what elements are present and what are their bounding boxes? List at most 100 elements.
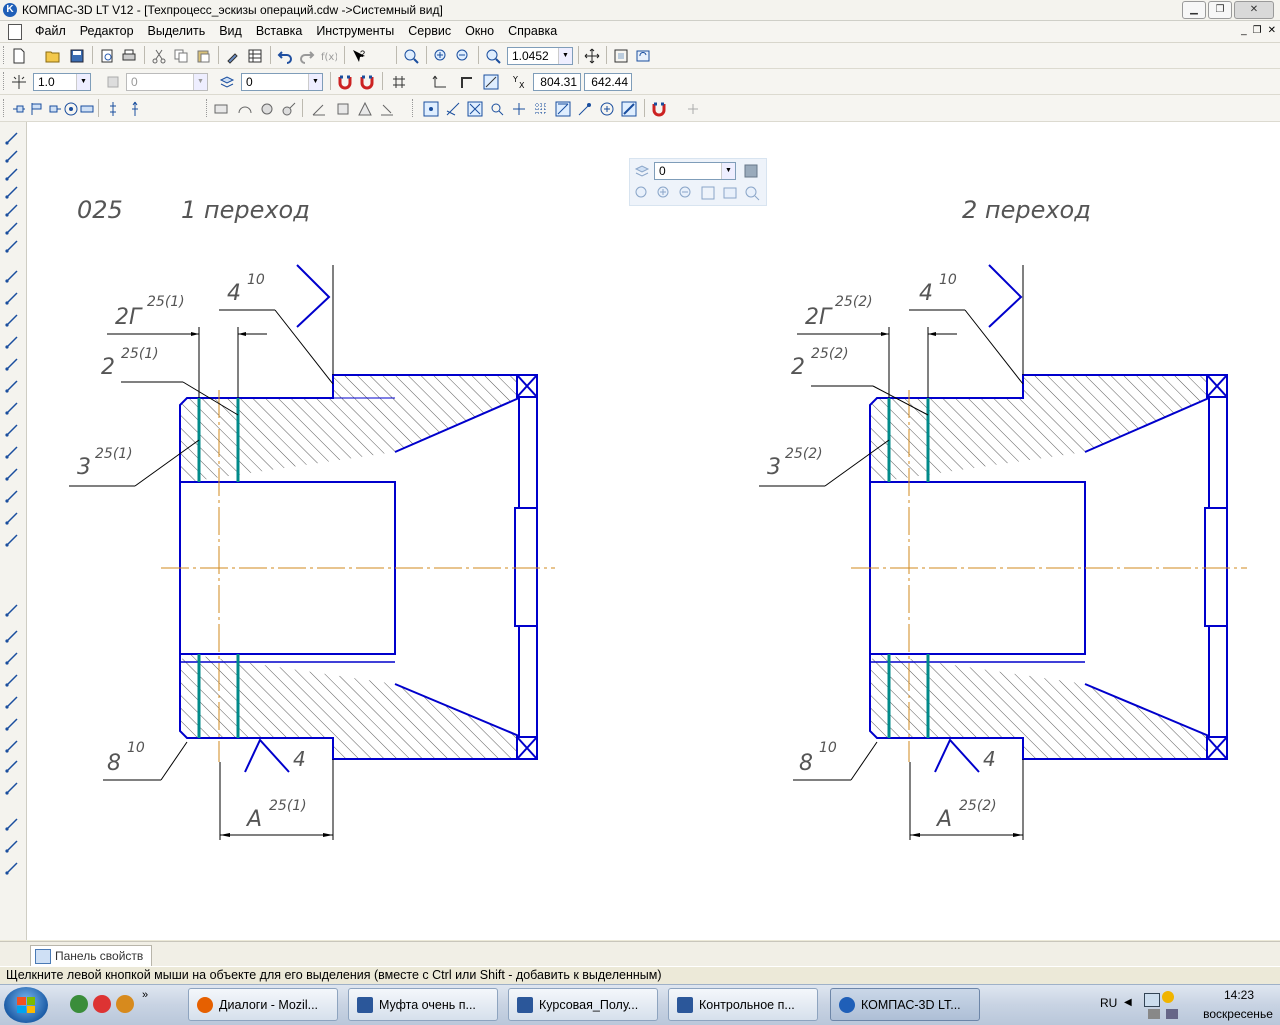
language-indicator[interactable]: RU (1100, 996, 1117, 1010)
ortho-mode-icon[interactable] (458, 73, 476, 91)
security-alert-icon[interactable] (1162, 991, 1174, 1003)
grid-icon[interactable] (390, 73, 408, 91)
help-pointer-icon[interactable]: ? (350, 47, 368, 65)
step-combo[interactable]: 1.0 ▼ (33, 73, 91, 91)
menu-item-1[interactable]: Редактор (73, 23, 141, 39)
doc-minimize-button[interactable]: _ (1241, 25, 1247, 36)
snap-magnet-toggle-icon[interactable] (650, 100, 668, 118)
save-icon[interactable] (68, 47, 86, 65)
quicklaunch-overflow-icon[interactable]: » (142, 989, 148, 1001)
print-preview-icon[interactable] (98, 47, 116, 65)
snap-intersection-icon[interactable] (444, 100, 462, 118)
vertical-dim-arrow-icon[interactable] (126, 100, 144, 118)
refresh-small-icon[interactable] (721, 184, 739, 202)
tolerance-tool-icon[interactable] (4, 738, 22, 754)
taskbar-task-4[interactable]: КОМПАС-3D LT... (830, 988, 980, 1021)
x-coordinate-field[interactable]: 804.31 (533, 73, 581, 91)
layers-icon[interactable] (218, 73, 236, 91)
vertical-dim-icon[interactable] (104, 100, 122, 118)
menu-item-4[interactable]: Вставка (249, 23, 309, 39)
menu-item-2[interactable]: Выделить (141, 23, 213, 39)
show-all-small-icon[interactable] (699, 184, 717, 202)
measure-length-icon[interactable] (280, 100, 298, 118)
snap-magnet-icon[interactable] (336, 73, 354, 91)
menu-item-6[interactable]: Сервис (401, 23, 458, 39)
area-measure-icon[interactable] (334, 100, 352, 118)
editing-icon[interactable] (4, 184, 22, 200)
axis-tool-icon[interactable] (4, 780, 22, 796)
zoom-in-small-icon[interactable] (655, 184, 673, 202)
cut-icon[interactable] (150, 47, 168, 65)
maximize-button[interactable]: ❐ (1208, 1, 1232, 19)
dim-linear-icon[interactable] (4, 816, 22, 832)
aux-line-icon[interactable] (4, 312, 22, 328)
tray-expand-icon[interactable]: ◀ (1124, 997, 1132, 1008)
doc-close-button[interactable]: ✕ (1268, 25, 1276, 36)
quicklaunch-icon-2[interactable] (93, 995, 111, 1013)
zoom-previous-small-icon[interactable] (743, 184, 761, 202)
roughness-tool-icon[interactable] (4, 650, 22, 666)
paste-icon[interactable] (194, 47, 212, 65)
view-arrow-tool-icon[interactable] (4, 758, 22, 774)
geometry-icon[interactable] (4, 130, 22, 146)
copy-icon[interactable] (172, 47, 190, 65)
zoom-combo[interactable]: 1.0452 ▼ (507, 47, 573, 65)
round-coords-icon[interactable] (482, 73, 500, 91)
taskbar-task-0[interactable]: Диалоги - Mozil... (188, 988, 338, 1021)
measure-point-icon[interactable] (258, 100, 276, 118)
local-cs-icon[interactable] (430, 73, 448, 91)
measure-tools-icon[interactable] (4, 220, 22, 236)
snap-angle-icon[interactable] (554, 100, 572, 118)
zoom-out-icon[interactable] (454, 47, 472, 65)
properties-panel-tab[interactable]: Панель свойств (30, 945, 153, 966)
parametrization-icon[interactable] (4, 202, 22, 218)
view-flag-icon[interactable] (28, 100, 46, 118)
drawing-canvas[interactable]: 025 1 переход 2 переход 2Г 25(1) 4 10 2 … (27, 122, 1280, 940)
snap-nearest-icon[interactable] (422, 100, 440, 118)
snap-along-line-icon[interactable] (620, 100, 638, 118)
view-arrow-left-icon[interactable] (10, 100, 28, 118)
taskbar-task-1[interactable]: Муфта очень п... (348, 988, 498, 1021)
rectangle-icon[interactable] (4, 488, 22, 504)
measure-icon[interactable] (212, 100, 230, 118)
properties-brush-icon[interactable] (224, 47, 242, 65)
cursor-step-icon[interactable] (10, 73, 28, 91)
zoom-window-icon[interactable] (402, 47, 420, 65)
menu-item-8[interactable]: Справка (501, 23, 564, 39)
circle-icon[interactable] (4, 334, 22, 350)
fillet-icon[interactable] (4, 444, 22, 460)
measure-arc-icon[interactable] (236, 100, 254, 118)
menu-item-7[interactable]: Окно (458, 23, 501, 39)
snap-cross-icon[interactable] (466, 100, 484, 118)
start-button[interactable] (4, 987, 48, 1023)
zoom-window-small-icon[interactable] (633, 184, 651, 202)
local-snap-magnet-icon[interactable] (358, 73, 376, 91)
new-document-icon[interactable] (10, 47, 28, 65)
dimensions-icon[interactable] (4, 148, 22, 164)
function-icon[interactable]: f(x) (320, 47, 338, 65)
volume-icon[interactable] (1148, 1009, 1160, 1019)
taskbar-task-2[interactable]: Курсовая_Полу... (508, 988, 658, 1021)
snap-tangent-icon[interactable] (488, 100, 506, 118)
snap-center-icon[interactable] (598, 100, 616, 118)
arc-icon[interactable] (4, 356, 22, 372)
chamfer-icon[interactable] (4, 466, 22, 482)
show-all-icon[interactable] (612, 47, 630, 65)
point-icon[interactable] (4, 268, 22, 284)
text-tool-icon[interactable] (4, 602, 22, 618)
variables-table-icon[interactable] (246, 47, 264, 65)
pan-icon[interactable] (583, 47, 601, 65)
power-icon[interactable] (1166, 1009, 1178, 1019)
leader-tool-icon[interactable] (4, 694, 22, 710)
fill-icon[interactable] (4, 532, 22, 548)
segment-icon[interactable] (4, 290, 22, 306)
zoom-scale-icon[interactable] (484, 47, 502, 65)
properties-calc-icon[interactable] (378, 100, 396, 118)
zoom-out-small-icon[interactable] (677, 184, 695, 202)
layer-combo[interactable]: 0 ▼ (241, 73, 323, 91)
dim-radius-icon[interactable] (4, 860, 22, 876)
open-folder-icon[interactable] (44, 47, 62, 65)
mass-measure-icon[interactable] (356, 100, 374, 118)
layers-icon[interactable] (633, 162, 651, 180)
close-button[interactable]: ✕ (1234, 1, 1274, 19)
